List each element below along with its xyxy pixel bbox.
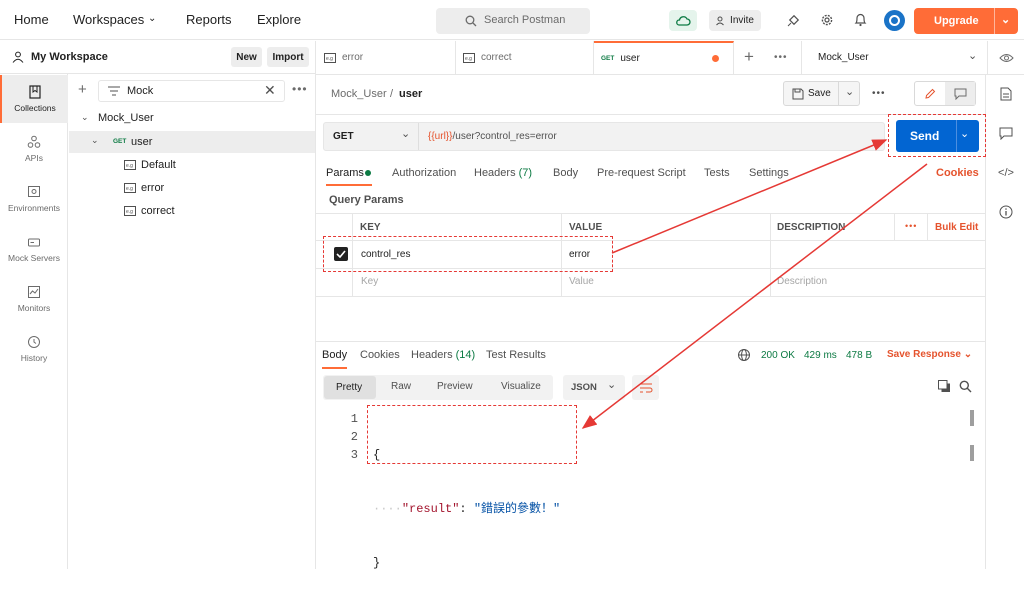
annotation-arrows: [581, 139, 928, 429]
arrow-param-to-send: [611, 139, 888, 254]
arrow-send-to-body: [581, 163, 928, 429]
